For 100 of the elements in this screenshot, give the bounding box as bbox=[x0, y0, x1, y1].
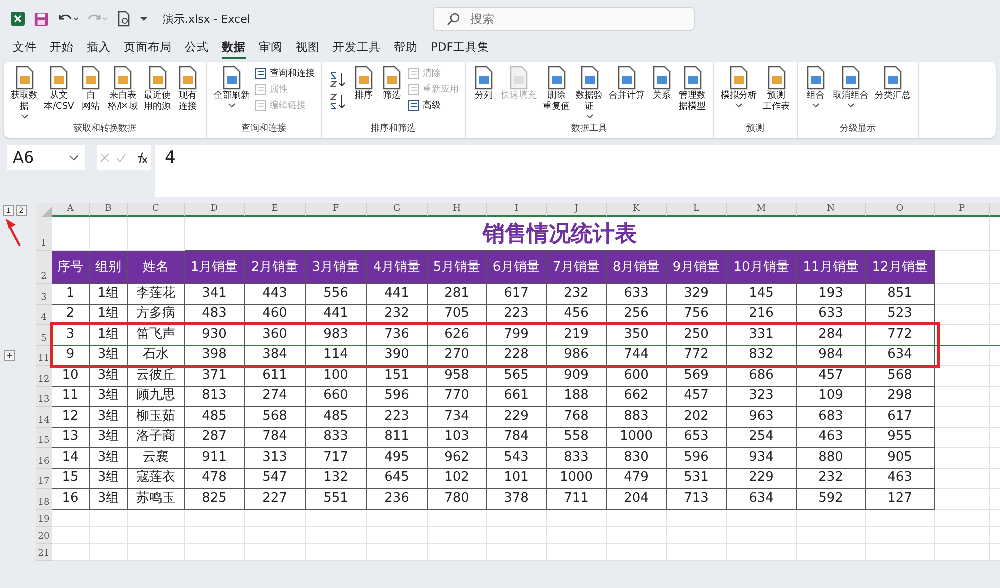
formula-input[interactable]: 4 bbox=[155, 145, 1000, 197]
grid-cell bbox=[90, 217, 128, 251]
menu-tab[interactable]: 视图 bbox=[296, 40, 320, 58]
ribbon-button[interactable]: 分列 bbox=[472, 65, 496, 102]
column-header[interactable]: J bbox=[547, 203, 607, 217]
column-header[interactable]: G bbox=[367, 203, 428, 217]
column-header[interactable]: M bbox=[727, 203, 797, 217]
ribbon-small-button[interactable]: 高级 bbox=[408, 99, 460, 112]
grid-cell bbox=[935, 468, 990, 489]
table-cell: 626 bbox=[428, 325, 487, 346]
check-icon[interactable] bbox=[116, 152, 128, 162]
table-cell: 463 bbox=[797, 428, 866, 448]
column-header[interactable]: I bbox=[487, 203, 547, 217]
column-header[interactable]: K bbox=[607, 203, 667, 217]
table-cell: 313 bbox=[245, 448, 306, 468]
ribbon-button[interactable]: 删除 重复值 bbox=[542, 65, 572, 113]
document-icon bbox=[728, 65, 750, 91]
save-icon[interactable] bbox=[34, 12, 49, 26]
menu-tab[interactable]: 插入 bbox=[87, 40, 111, 58]
ribbon-button[interactable]: 获取数 据 bbox=[10, 65, 39, 119]
table-cell: 611 bbox=[245, 366, 306, 386]
grid-cell bbox=[935, 526, 990, 544]
column-header[interactable]: N bbox=[797, 203, 866, 217]
column-header[interactable]: F bbox=[306, 203, 367, 217]
ribbon-button[interactable]: 组合 bbox=[804, 65, 828, 108]
ribbon-button[interactable]: 筛选 bbox=[380, 65, 404, 102]
caret-icon[interactable] bbox=[69, 154, 79, 160]
row-header[interactable]: 12 bbox=[36, 366, 52, 386]
row-header[interactable]: 15 bbox=[36, 428, 52, 448]
ribbon-button[interactable]: 分类汇总 bbox=[874, 65, 912, 102]
grid-cell bbox=[727, 544, 797, 560]
column-header[interactable]: P bbox=[935, 203, 990, 217]
menu-tab[interactable]: 页面布局 bbox=[124, 40, 172, 58]
menu-tab[interactable]: 开始 bbox=[50, 40, 74, 58]
row-header[interactable]: 2 bbox=[36, 251, 52, 284]
ribbon-button[interactable]: 来自表 格/区域 bbox=[107, 65, 140, 113]
table-cell: 463 bbox=[866, 468, 935, 489]
column-header[interactable]: C bbox=[128, 203, 185, 217]
table-cell: 883 bbox=[607, 407, 667, 428]
menu-tab[interactable]: 开发工具 bbox=[333, 40, 381, 58]
menu-tab[interactable]: 帮助 bbox=[394, 40, 418, 58]
ribbon-button[interactable]: 关系 bbox=[650, 65, 674, 102]
sort-ascending-icon[interactable] bbox=[328, 71, 348, 89]
menu-tab[interactable]: PDF工具集 bbox=[431, 40, 490, 58]
ribbon-button[interactable]: 从文 本/CSV bbox=[43, 65, 76, 113]
row-header[interactable]: 14 bbox=[36, 407, 52, 428]
ribbon-button[interactable]: 排序 bbox=[352, 65, 376, 102]
ribbon-button[interactable]: 数据验 证 bbox=[575, 65, 604, 119]
document-icon bbox=[546, 65, 568, 91]
row-header[interactable]: 16 bbox=[36, 448, 52, 468]
column-header[interactable]: O bbox=[866, 203, 935, 217]
table-cell: 229 bbox=[727, 468, 797, 489]
table-cell: 329 bbox=[667, 284, 727, 304]
table-cell: 963 bbox=[727, 407, 797, 428]
column-header[interactable]: L bbox=[667, 203, 727, 217]
menu-tab[interactable]: 审阅 bbox=[259, 40, 283, 58]
table-cell: 825 bbox=[185, 489, 245, 510]
table-cell: 479 bbox=[607, 468, 667, 489]
ribbon-button[interactable]: 全部刷新 bbox=[213, 65, 252, 108]
column-header[interactable]: E bbox=[245, 203, 306, 217]
row-header[interactable]: 13 bbox=[36, 386, 52, 407]
row-header[interactable]: 4 bbox=[36, 304, 52, 325]
ribbon-button[interactable]: 合并计算 bbox=[608, 65, 646, 102]
table-cell: 558 bbox=[547, 428, 607, 448]
row-header[interactable]: 21 bbox=[36, 544, 52, 560]
row-header[interactable]: 20 bbox=[36, 526, 52, 544]
row-header[interactable]: 19 bbox=[36, 510, 52, 526]
ribbon-button[interactable]: 管理数 据模型 bbox=[678, 65, 708, 113]
dropdown-caret-icon[interactable] bbox=[139, 15, 149, 23]
grid-cell bbox=[727, 510, 797, 526]
row-header[interactable]: 17 bbox=[36, 468, 52, 489]
grid-cell bbox=[185, 510, 245, 526]
sort-descending-icon[interactable] bbox=[328, 93, 348, 111]
window-title: 演示.xlsx - Excel bbox=[163, 12, 250, 26]
ribbon-button[interactable]: 最近使 用的源 bbox=[143, 65, 172, 113]
column-header[interactable]: B bbox=[90, 203, 128, 217]
ribbon-small-button[interactable]: 查询和连接 bbox=[255, 67, 316, 80]
menu-tab[interactable]: 数据 bbox=[222, 40, 246, 58]
row-header[interactable]: 18 bbox=[36, 489, 52, 510]
name-box[interactable]: A6 bbox=[7, 145, 85, 170]
ribbon-button[interactable]: 模拟分析 bbox=[720, 65, 758, 108]
grid-cell bbox=[935, 304, 990, 325]
column-header[interactable]: H bbox=[428, 203, 487, 217]
expand-icon[interactable] bbox=[4, 350, 15, 360]
ribbon-button[interactable]: 自 网站 bbox=[79, 65, 104, 113]
grid-cell bbox=[935, 346, 990, 366]
ribbon-button[interactable]: 现有 连接 bbox=[176, 65, 200, 113]
table-cell: 193 bbox=[797, 284, 866, 304]
row-header[interactable]: 3 bbox=[36, 284, 52, 304]
table-cell: 547 bbox=[245, 468, 306, 489]
table-cell: 711 bbox=[547, 489, 607, 510]
menu-tab[interactable]: 文件 bbox=[13, 40, 37, 58]
document-icon[interactable] bbox=[117, 11, 131, 27]
search-field[interactable]: 搜索 bbox=[433, 7, 696, 31]
ribbon-button[interactable]: 取消组合 bbox=[832, 65, 870, 108]
column-header[interactable]: D bbox=[185, 203, 245, 217]
column-header[interactable]: A bbox=[52, 203, 90, 217]
row-header[interactable]: 1 bbox=[36, 217, 52, 251]
menu-tab[interactable]: 公式 bbox=[185, 40, 209, 58]
ribbon-button[interactable]: 预测 工作表 bbox=[762, 65, 792, 113]
